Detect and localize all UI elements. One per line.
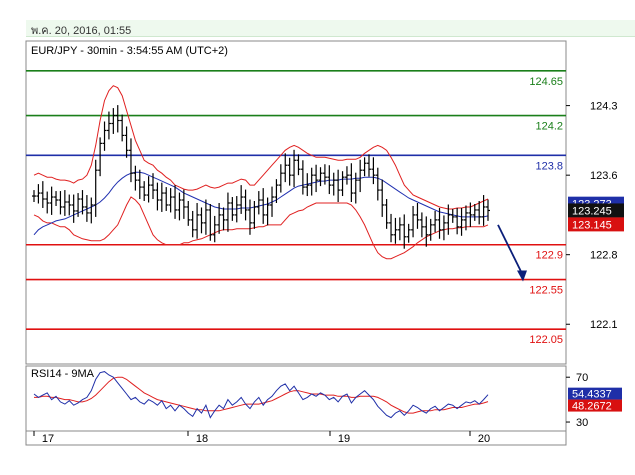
rsi-tick-label: 30 xyxy=(576,417,588,429)
chart-title: EUR/JPY - 30min - 3:54:55 AM (UTC+2) xyxy=(31,45,228,57)
price-tick-label: 122.8 xyxy=(590,250,618,262)
level-label-122.9: 122.9 xyxy=(535,250,563,262)
price-tag-label: 123.245 xyxy=(572,205,612,217)
price-tags: 123.273123.245123.145 xyxy=(568,196,624,232)
time-tick-label: 19 xyxy=(338,433,350,445)
level-label-122.05: 122.05 xyxy=(529,334,563,346)
price-panel xyxy=(25,40,567,365)
time-tick-label: 18 xyxy=(196,433,208,445)
price-tick-label: 122.1 xyxy=(590,319,618,331)
level-label-124.2: 124.2 xyxy=(535,121,563,133)
level-label-122.55: 122.55 xyxy=(529,285,563,297)
price-tag-label: 123.145 xyxy=(572,219,612,231)
rsi-tag-label: 54.4337 xyxy=(572,389,612,401)
price-tick-label: 123.6 xyxy=(590,170,618,182)
price-tick-label: 124.3 xyxy=(590,101,618,113)
eurjpy-chart[interactable]: EUR/JPY - 30min - 3:54:55 AM (UTC+2) RSI… xyxy=(0,0,635,475)
rsi-tag-label: 48.2672 xyxy=(572,401,612,413)
level-label-123.8: 123.8 xyxy=(535,160,563,172)
time-tick-label: 17 xyxy=(42,433,54,445)
rsi-tick-label: 70 xyxy=(576,372,588,384)
time-tick-label: 20 xyxy=(478,433,490,445)
rsi-title: RSI14 - 9MA xyxy=(31,368,95,380)
level-label-124.65: 124.65 xyxy=(529,76,563,88)
